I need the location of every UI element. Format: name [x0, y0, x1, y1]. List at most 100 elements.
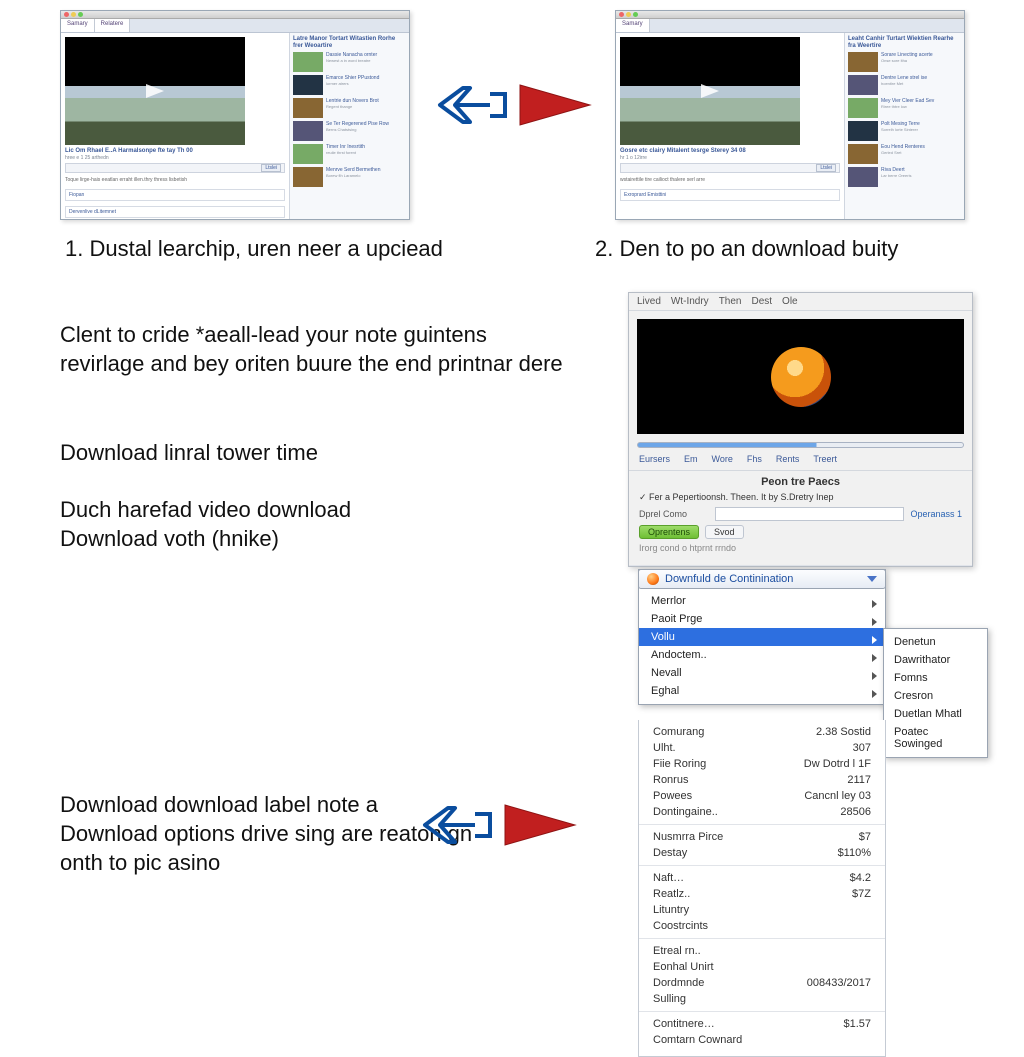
submenu-item[interactable]: Fomns [884, 669, 987, 687]
related-item[interactable]: Riva DeertLar berre Oreeris [848, 167, 961, 187]
menu-item[interactable]: Lived [637, 296, 661, 307]
property-value: 28506 [840, 806, 871, 818]
info-box[interactable]: Fiopan [65, 189, 285, 201]
dropdown-item[interactable]: Paoit Prge [639, 610, 885, 628]
property-row[interactable]: Comurang2.38 Sostid [639, 724, 885, 740]
dropdown-item[interactable]: Vollu [639, 628, 885, 646]
property-list: Comurang2.38 SostidUlht.307Fiie RoringDw… [638, 720, 886, 1057]
property-value: $1.57 [843, 1018, 871, 1030]
property-key: Ulht. [653, 742, 676, 754]
info-box[interactable]: Exroprard Emisttini [620, 189, 840, 201]
dropdown-item[interactable]: Eghal [639, 682, 885, 700]
video-desc: wstairettile tire cailioct thalere serl … [620, 177, 840, 184]
panel-tab[interactable]: Rents [776, 454, 800, 464]
video-player[interactable] [620, 37, 800, 145]
text-input[interactable] [715, 507, 904, 521]
dropdown-item[interactable]: Nevall [639, 664, 885, 682]
related-item[interactable]: Eou Hend RenteresGerled Sret [848, 144, 961, 164]
menu-item[interactable]: Ole [782, 296, 798, 307]
menu-item[interactable]: Then [719, 296, 742, 307]
related-item[interactable]: Se Ter Regerened Pise RowBerns Chatstsin… [293, 121, 406, 141]
submenu-item[interactable]: Denetun [884, 633, 987, 651]
share-button[interactable]: Ltslei [816, 164, 836, 172]
property-row[interactable]: Etreal rn.. [639, 943, 885, 959]
browser-step2: Samary Gosre etc clairy Mitalent tesrge … [615, 10, 965, 220]
info-box[interactable]: Dervenlive dLitemnet [65, 206, 285, 218]
submenu-item[interactable]: Duetlan Mhatl [884, 705, 987, 723]
menu-item[interactable]: Wt-Indry [671, 296, 709, 307]
related-item[interactable]: Menrve Serd BermethenBorew flh Laramelo [293, 167, 406, 187]
property-key: Naft… [653, 872, 684, 884]
property-row[interactable]: Powees Cancnl ley 03 [639, 788, 885, 804]
checkbox-label[interactable]: ✓ Fer a Pepertioonsh. Theen. It by S.Dre… [639, 492, 833, 503]
browser-tabbar: Samary [616, 19, 964, 33]
property-row[interactable]: Sulling [639, 991, 885, 1007]
related-item[interactable]: Lentrie dun Novers BrotRegent thange [293, 98, 406, 118]
property-key: Destay [653, 847, 687, 859]
browser-tab[interactable]: Relatere [95, 19, 131, 32]
property-key: Eonhal Unirt [653, 961, 714, 973]
section-title: Peon tre Paecs [639, 476, 962, 488]
browser-tab[interactable]: Samary [61, 19, 95, 32]
property-key: Comurang [653, 726, 704, 738]
property-row[interactable]: Dordmnde008433/2017 [639, 975, 885, 991]
submenu-item[interactable]: Poatec Sowinged [884, 723, 987, 753]
related-item[interactable]: Mey Vier Cleer Ead SevRiree thtre low [848, 98, 961, 118]
submenu-item[interactable]: Dawrithator [884, 651, 987, 669]
download-link[interactable]: Operanass 1 [910, 509, 962, 519]
property-row[interactable]: Contitnere…$1.57 [639, 1016, 885, 1032]
property-row[interactable]: Coostrcints [639, 918, 885, 934]
related-item[interactable]: Dassie Nanacha ornterNewest a in word br… [293, 52, 406, 72]
panel-tab[interactable]: Fhs [747, 454, 762, 464]
window-titlebar [616, 11, 964, 19]
panel-tab[interactable]: Treert [813, 454, 837, 464]
share-button[interactable]: Ltslei [261, 164, 281, 172]
panel-tabs: Eursers Em Wore Fhs Rents Treert [629, 452, 972, 471]
related-item[interactable]: Timer Inr Inesrtithreuile thrst forent [293, 144, 406, 164]
window-titlebar [61, 11, 409, 19]
video-player[interactable] [65, 37, 245, 145]
arrow-pair-icon [435, 70, 595, 140]
download-dropdown: Downfuld de Continination MerrlorPaoit P… [638, 569, 886, 705]
related-item[interactable]: Polt Mesing TerreSorrelh lorte Sinterer [848, 121, 961, 141]
video-meta: hree e 1 25 arthedn [65, 155, 285, 161]
property-row[interactable]: Fiie RoringDw Dotrd l 1F [639, 756, 885, 772]
property-row[interactable]: Dontingaine..28506 [639, 804, 885, 820]
property-value: $4.2 [850, 872, 871, 884]
related-item[interactable]: Dentre Lene strel isehoentire Met [848, 75, 961, 95]
submenu-item[interactable]: Cresron [884, 687, 987, 705]
property-row[interactable]: Comtarn Cownard [639, 1032, 885, 1048]
browser-tab[interactable]: Samary [616, 19, 650, 32]
progress-bar[interactable] [637, 442, 964, 448]
related-item[interactable]: Sorare Linecting acerteOnse sore ltha [848, 52, 961, 72]
property-row[interactable]: Ulht.307 [639, 740, 885, 756]
property-value: 008433/2017 [807, 977, 871, 989]
related-item[interactable]: Emarce Shier PPustondlormer atrers [293, 75, 406, 95]
property-value: Cancnl ley 03 [804, 790, 871, 802]
property-row[interactable]: Eonhal Unirt [639, 959, 885, 975]
browser-tabbar: Samary Relatere [61, 19, 409, 33]
panel-tab[interactable]: Em [684, 454, 698, 464]
property-row[interactable]: Naft… $4.2 [639, 870, 885, 886]
property-key: Powees [653, 790, 692, 802]
related-sidebar: Latre Manor Tortart Witastien Rorhe frer… [289, 33, 409, 219]
step2-caption: 2. Den to po an download buity [595, 236, 898, 262]
property-key: Fiie Roring [653, 758, 706, 770]
primary-button[interactable]: Oprentens [639, 525, 699, 539]
property-row[interactable]: Destay$110% [639, 845, 885, 861]
dropdown-item[interactable]: Merrlor [639, 592, 885, 610]
property-row[interactable]: Lituntry [639, 902, 885, 918]
property-row[interactable]: Ronrus2117 [639, 772, 885, 788]
property-row[interactable]: Reatlz..$7Z [639, 886, 885, 902]
panel-video[interactable] [637, 319, 964, 434]
property-row[interactable]: Nusmrra Pirce$7 [639, 829, 885, 845]
field-label: Dprel Como [639, 509, 709, 519]
property-key: Coostrcints [653, 920, 708, 932]
menu-item[interactable]: Dest [751, 296, 772, 307]
dropdown-item[interactable]: Andoctem.. [639, 646, 885, 664]
dropdown-header[interactable]: Downfuld de Continination [638, 569, 886, 589]
panel-tab[interactable]: Eursers [639, 454, 670, 464]
dropdown-title: Downfuld de Continination [665, 573, 793, 585]
secondary-button[interactable]: Svod [705, 525, 744, 539]
panel-tab[interactable]: Wore [712, 454, 733, 464]
